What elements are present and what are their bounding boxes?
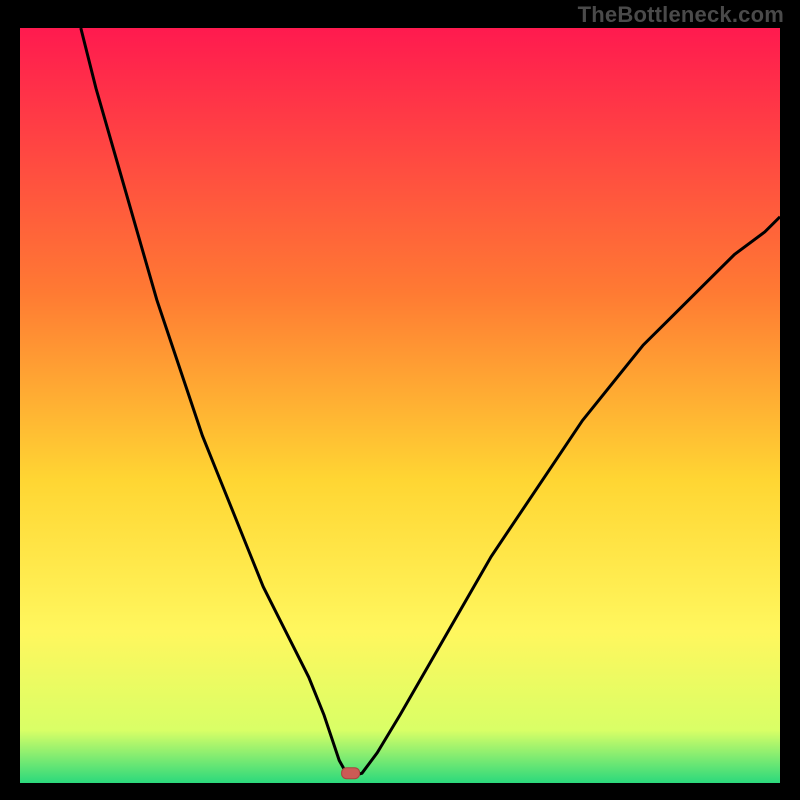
plot-area bbox=[20, 28, 780, 783]
chart-svg bbox=[20, 28, 780, 783]
chart-frame: TheBottleneck.com bbox=[0, 0, 800, 800]
gradient-background bbox=[20, 28, 780, 783]
watermark-text: TheBottleneck.com bbox=[578, 2, 784, 28]
min-marker bbox=[342, 768, 360, 779]
